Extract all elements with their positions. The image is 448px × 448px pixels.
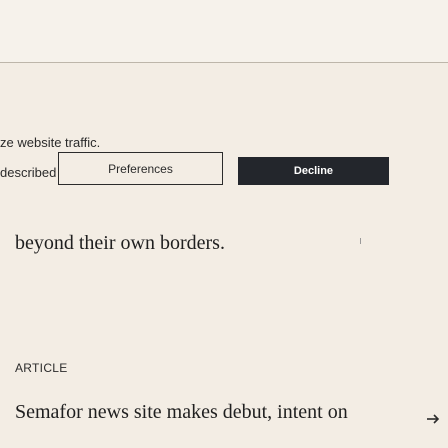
page: ze website traffic. described in our Pre… (0, 0, 448, 448)
arrow-right-icon-svg (427, 414, 440, 424)
section-label: ARTICLE (15, 361, 68, 375)
top-panel (0, 0, 448, 62)
cookie-banner-text: ze website traffic. (0, 135, 101, 150)
preferences-button[interactable]: Preferences (58, 152, 223, 185)
headline-fragment[interactable]: beyond their own borders. (15, 232, 225, 255)
arrow-right-icon[interactable] (424, 403, 446, 425)
article-title-link[interactable]: Semafor news site makes debut, intent on (15, 401, 348, 424)
divider (0, 62, 448, 63)
decline-button[interactable]: Decline (238, 157, 389, 185)
divider (360, 238, 361, 244)
